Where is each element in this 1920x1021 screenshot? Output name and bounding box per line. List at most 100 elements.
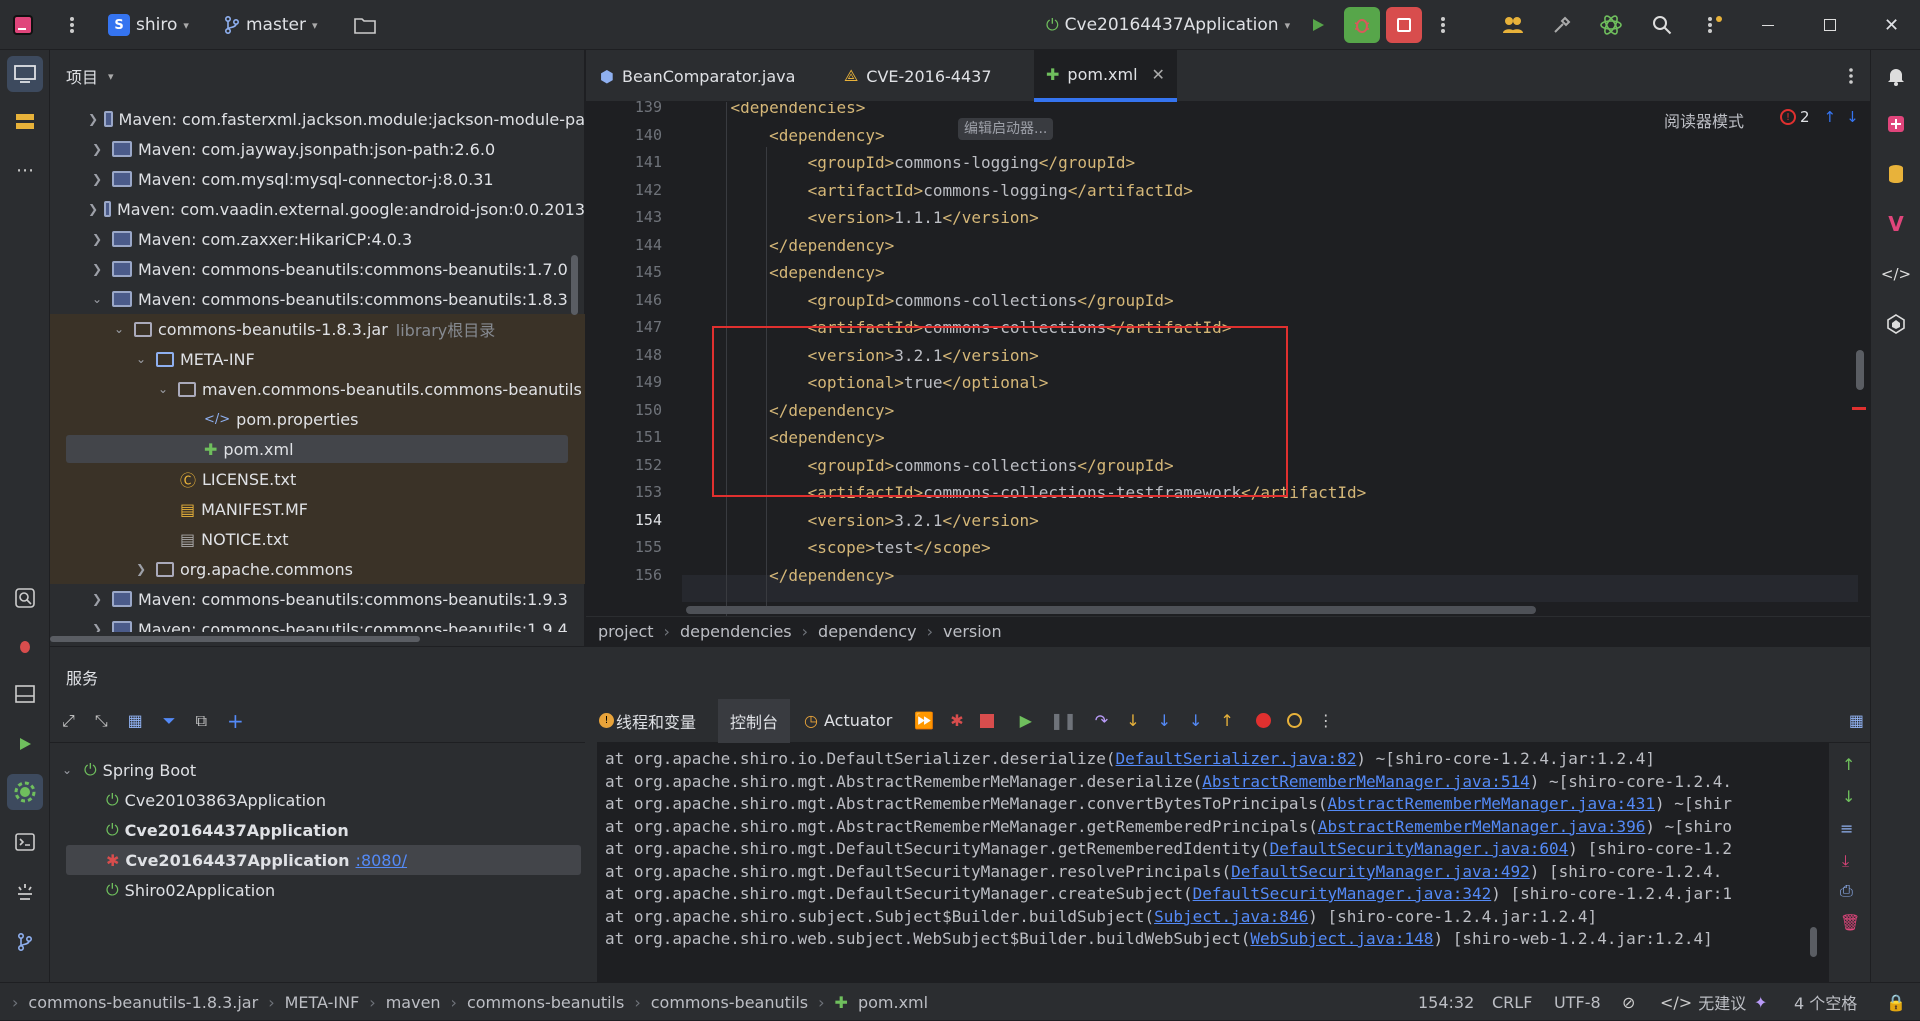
stacktrace-link[interactable]: DefaultSecurityManager.java:342: [1193, 884, 1492, 903]
tree-item[interactable]: ❯ Maven: commons-beanutils:commons-beanu…: [50, 254, 585, 284]
stacktrace-link[interactable]: AbstractRememberMeManager.java:431: [1327, 794, 1655, 813]
service-item[interactable]: ⏻ Cve20164437Application: [62, 815, 349, 845]
tree-item[interactable]: ⌄ commons-beanutils-1.8.3.jar library根目录: [50, 314, 585, 344]
tree-item[interactable]: ❯ Maven: com.vaadin.external.google:andr…: [50, 194, 585, 224]
git-tool-icon[interactable]: [7, 924, 43, 960]
terminal-tool-icon[interactable]: [7, 824, 43, 860]
step-out-icon[interactable]: ↑: [1220, 711, 1233, 730]
expand-all-icon[interactable]: ⤢: [62, 711, 75, 731]
arrow-down-icon[interactable]: ↓: [1846, 108, 1859, 126]
more-tools-icon[interactable]: ⋯: [7, 152, 43, 188]
force-step-into-icon[interactable]: ↓: [1158, 711, 1171, 730]
tab-pom-xml[interactable]: ✚ pom.xml ✕: [1034, 50, 1177, 102]
services-tool-icon[interactable]: [7, 774, 43, 810]
inlay-hint[interactable]: 编辑启动器...: [958, 118, 1054, 140]
plugin-icon[interactable]: [1878, 306, 1914, 342]
run-icon[interactable]: [1310, 0, 1326, 50]
tree-item[interactable]: ⌄ META-INF: [50, 344, 585, 374]
project-switcher[interactable]: S shiro ▾: [108, 0, 189, 50]
error-stripe-mark[interactable]: [1852, 407, 1866, 410]
ai-status-icon[interactable]: ✦: [1754, 983, 1767, 1021]
tree-item[interactable]: ❯ Maven: commons-beanutils:commons-beanu…: [50, 614, 585, 632]
clear-icon[interactable]: 🗑: [1840, 913, 1860, 932]
step-into-icon[interactable]: ↓: [1126, 711, 1139, 730]
settings-icon[interactable]: [1704, 0, 1724, 50]
add-service-icon[interactable]: +: [227, 709, 244, 733]
maximize-icon[interactable]: [1824, 0, 1836, 50]
editor-hscrollbar[interactable]: [686, 606, 1536, 614]
maven-v-icon[interactable]: V: [1878, 206, 1914, 242]
stacktrace-link[interactable]: DefaultSecurityManager.java:604: [1270, 839, 1569, 858]
group-by-icon[interactable]: ▦: [128, 711, 143, 730]
service-item[interactable]: ⏻ Shiro02Application: [62, 875, 275, 905]
branch-switcher[interactable]: master ▾: [224, 0, 317, 50]
resume-icon[interactable]: ▶: [1020, 711, 1032, 730]
code-view[interactable]: <dependencies> <dependency> <groupId>com…: [682, 102, 1870, 616]
soft-wrap-icon[interactable]: ≡: [1840, 819, 1853, 838]
indent-setting[interactable]: 4 个空格: [1794, 983, 1857, 1021]
editor-vscrollbar[interactable]: [1856, 350, 1864, 390]
tree-item[interactable]: Ⓒ LICENSE.txt: [50, 464, 585, 494]
problems-indicator[interactable]: ! 2 ↑ ↓: [1780, 108, 1859, 126]
console-vscrollbar[interactable]: [1810, 927, 1817, 957]
ai-chat-icon[interactable]: [1878, 106, 1914, 142]
scroll-up-icon[interactable]: ↑: [1842, 755, 1855, 774]
new-tab-icon[interactable]: ⧉: [196, 711, 207, 731]
caret-position[interactable]: 154:32: [1418, 983, 1474, 1021]
tree-scrollbar[interactable]: [571, 255, 578, 315]
stacktrace-link[interactable]: DefaultSecurityManager.java:492: [1231, 862, 1530, 881]
tree-item[interactable]: ▤ NOTICE.txt: [50, 524, 585, 554]
service-item[interactable]: ⏻ Cve20103863Application: [62, 785, 326, 815]
breadcrumb-item[interactable]: dependency: [818, 622, 917, 641]
print-icon[interactable]: ⎙: [1840, 881, 1853, 901]
tab-console[interactable]: 控制台: [718, 698, 791, 743]
path-item[interactable]: commons-beanutils-1.8.3.jar: [28, 993, 258, 1012]
spring-boot-group[interactable]: ⌄ ⏻ Spring Boot: [62, 755, 196, 785]
breadcrumb-item[interactable]: project: [598, 622, 654, 641]
problems-tool-icon[interactable]: [7, 874, 43, 910]
tree-item[interactable]: ⌄ Maven: commons-beanutils:commons-beanu…: [50, 284, 585, 314]
debug-button[interactable]: [1344, 0, 1380, 50]
code-with-me-icon[interactable]: [1502, 0, 1524, 50]
tree-item[interactable]: </> pom.properties: [50, 404, 585, 434]
service-item-selected[interactable]: ✱ Cve20164437Application :8080/: [62, 845, 407, 875]
tree-item-selected[interactable]: ✚ pom.xml: [50, 434, 585, 464]
scroll-to-end-icon[interactable]: ⤓: [1842, 851, 1849, 871]
readonly-icon[interactable]: ⊘: [1622, 983, 1635, 1021]
close-icon[interactable]: ✕: [1152, 65, 1165, 84]
ai-assistant-icon[interactable]: [1600, 0, 1622, 50]
more-icon[interactable]: ⋮: [1318, 711, 1334, 730]
arrow-up-icon[interactable]: ↑: [1824, 108, 1837, 126]
find-tool-icon[interactable]: [7, 580, 43, 616]
file-encoding[interactable]: UTF-8: [1554, 983, 1601, 1021]
path-item[interactable]: META-INF: [285, 993, 360, 1012]
tree-hscrollbar[interactable]: [50, 636, 420, 642]
run-tool-icon[interactable]: [7, 726, 43, 762]
pause-icon[interactable]: ❚❚: [1050, 711, 1077, 730]
tree-item[interactable]: ⌄ maven.commons-beanutils.commons-beanut…: [50, 374, 585, 404]
step-over-icon[interactable]: ↷: [1095, 711, 1108, 730]
debug-icon[interactable]: ✱: [950, 711, 963, 730]
mute-breakpoints-icon[interactable]: [1286, 713, 1302, 728]
stacktrace-link[interactable]: AbstractRememberMeManager.java:396: [1318, 817, 1646, 836]
path-item[interactable]: commons-beanutils: [467, 993, 624, 1012]
stacktrace-link[interactable]: DefaultSerializer.java:82: [1116, 749, 1357, 768]
project-tool-icon[interactable]: [7, 56, 43, 92]
tab-cve-2016-4437[interactable]: ⟁ CVE-2016-4437: [832, 50, 1004, 102]
endpoints-icon[interactable]: </>: [1878, 256, 1914, 292]
scroll-down-icon[interactable]: ↓: [1842, 787, 1855, 806]
smart-step-icon[interactable]: ↓: [1189, 711, 1202, 730]
main-menu-icon[interactable]: [62, 0, 82, 50]
breadcrumb-item[interactable]: version: [943, 622, 1002, 641]
folder-icon[interactable]: [354, 0, 376, 50]
breadcrumb-item[interactable]: dependencies: [680, 622, 792, 641]
path-item[interactable]: maven: [386, 993, 441, 1012]
app-logo-icon[interactable]: [12, 0, 34, 50]
more-actions-icon[interactable]: [1440, 0, 1446, 50]
tree-item[interactable]: ❯ Maven: com.fasterxml.jackson.module:ja…: [50, 104, 585, 134]
tree-item[interactable]: ❯ Maven: com.jayway.jsonpath:json-path:2…: [50, 134, 585, 164]
console-output[interactable]: at org.apache.shiro.io.DefaultSerializer…: [597, 743, 1829, 983]
tab-actuator[interactable]: Actuator: [824, 711, 892, 730]
notifications-icon[interactable]: [1878, 58, 1914, 94]
debug-tool-icon[interactable]: [7, 628, 43, 664]
